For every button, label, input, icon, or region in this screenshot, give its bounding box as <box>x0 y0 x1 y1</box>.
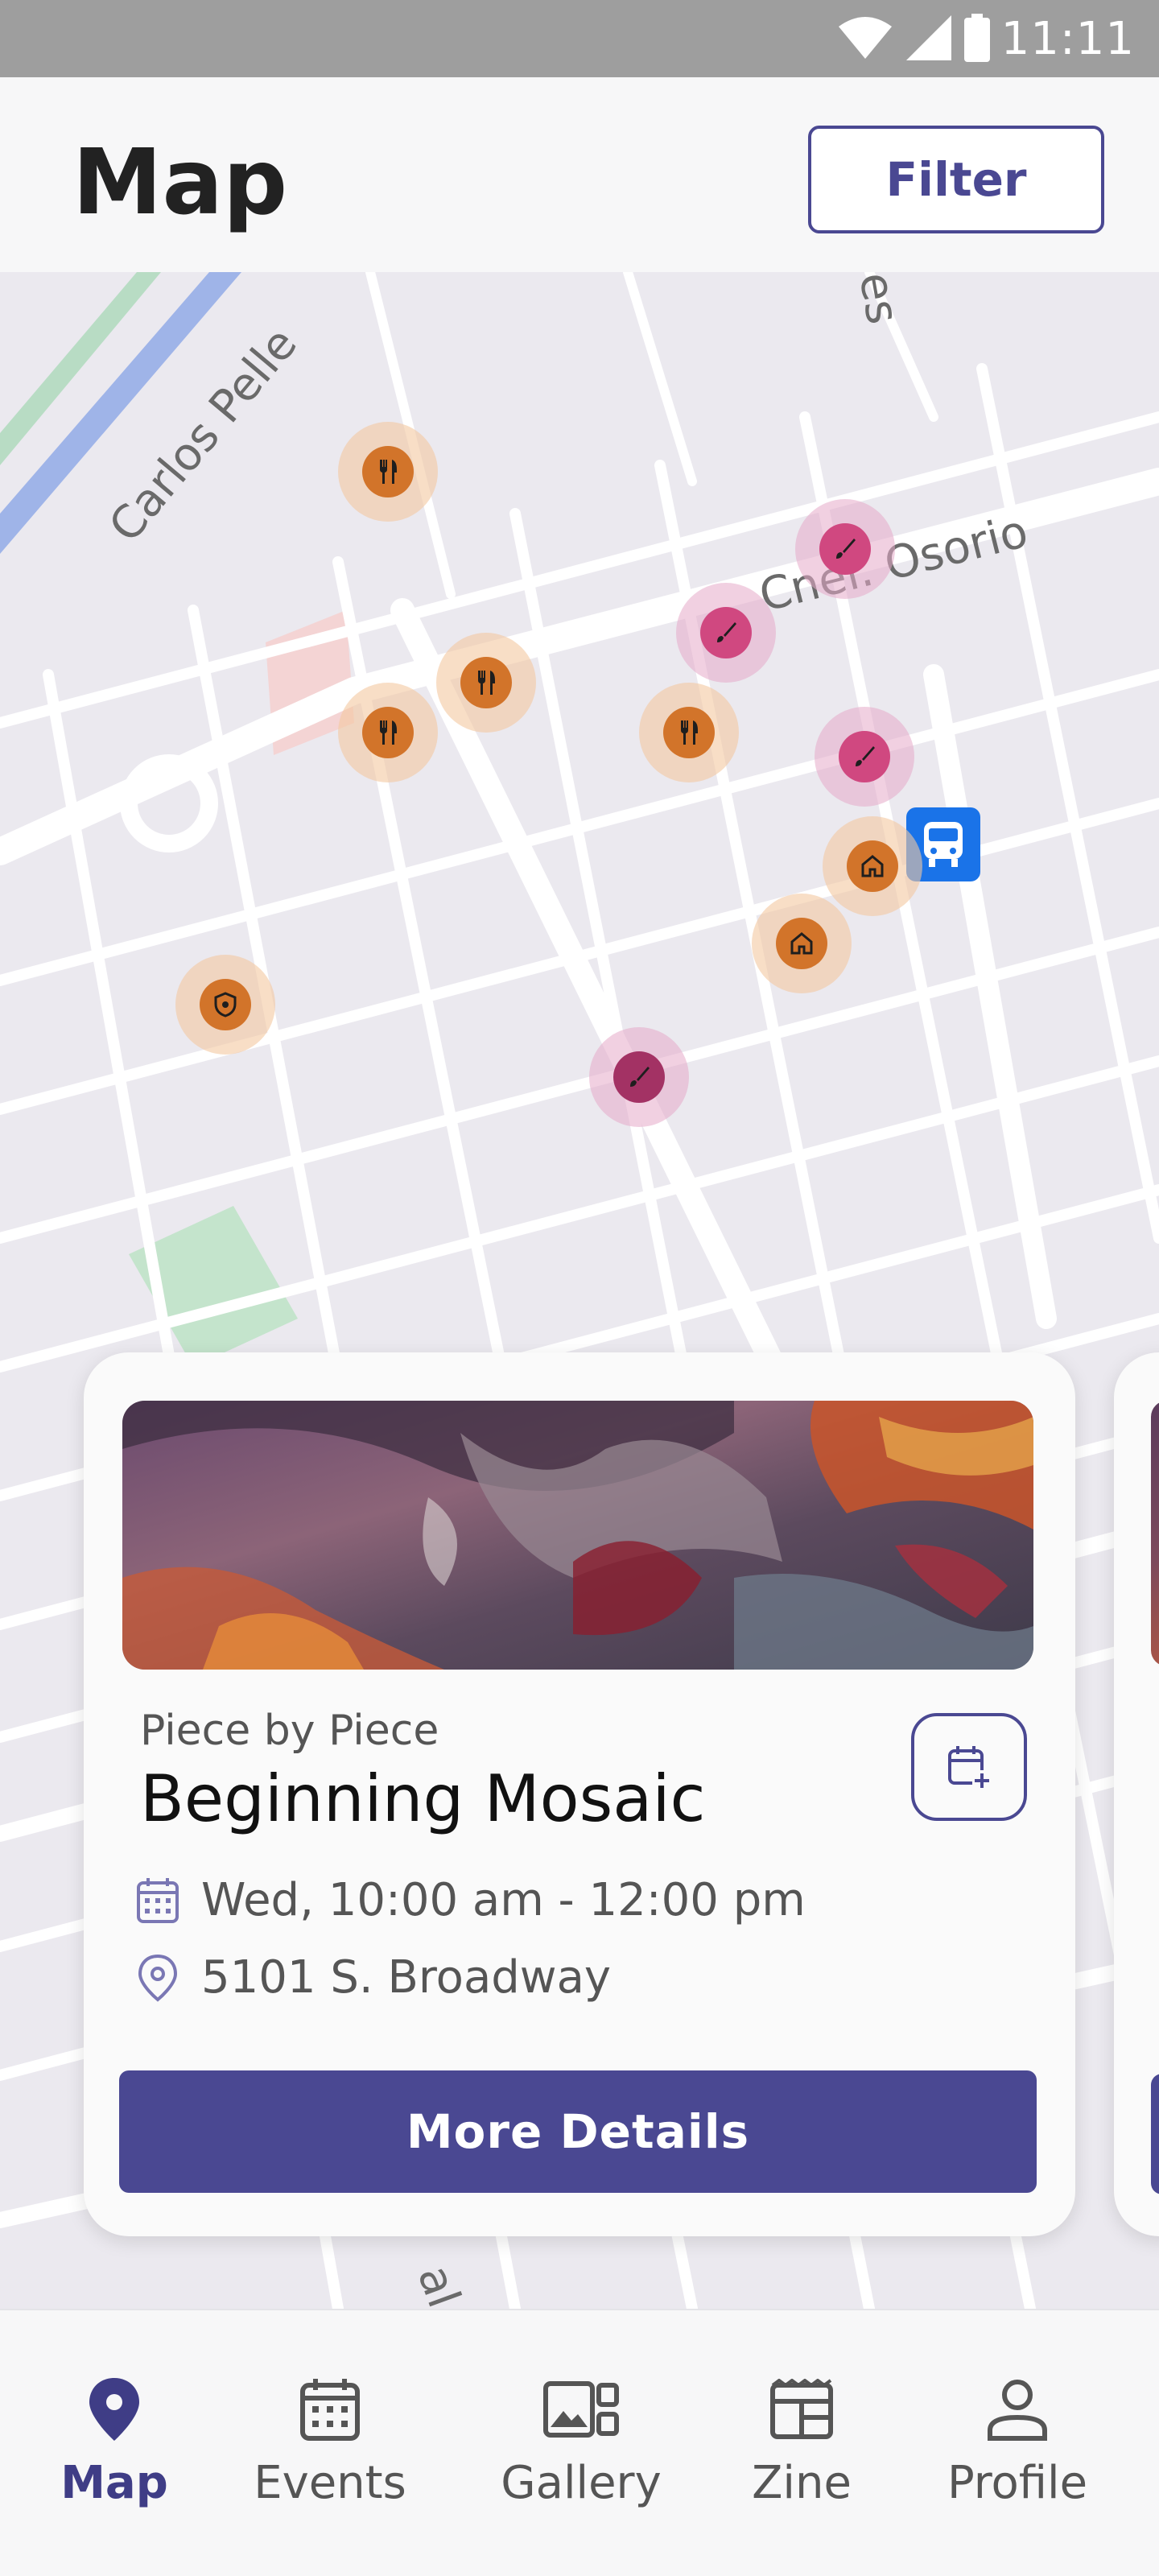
home-icon <box>790 932 813 955</box>
event-organizer: Piece by Piece <box>140 1707 439 1755</box>
status-icons: 11:11 <box>837 13 1135 65</box>
nav-label-profile: Profile <box>947 2457 1088 2509</box>
fork-knife-icon <box>680 720 698 745</box>
nav-item-events[interactable]: Events <box>225 2310 435 2576</box>
location-pin-icon <box>138 1954 178 2002</box>
nav-label-zine: Zine <box>752 2457 852 2509</box>
next-event-image <box>1151 1401 1159 1666</box>
event-location: 5101 S. Broadway <box>201 1951 612 2004</box>
map-pin-shield[interactable] <box>175 955 275 1055</box>
signal-icon <box>905 14 953 65</box>
battery-icon <box>963 13 990 65</box>
fork-knife-icon <box>379 720 397 745</box>
more-details-button[interactable]: More Details <box>119 2070 1037 2193</box>
map-pin-home[interactable] <box>823 816 922 916</box>
street-label-es: es <box>848 272 909 328</box>
nav-label-events: Events <box>254 2457 406 2509</box>
filter-button[interactable]: Filter <box>808 126 1104 233</box>
bottom-navigation: Map Events Gallery Zine Profile <box>0 2309 1159 2576</box>
nav-label-map: Map <box>60 2457 168 2509</box>
nav-item-profile[interactable]: Profile <box>913 2310 1122 2576</box>
calendar-icon <box>300 2379 360 2441</box>
zine-icon <box>770 2379 833 2439</box>
status-time: 11:11 <box>1000 13 1135 65</box>
map-pin-food[interactable] <box>436 633 536 733</box>
next-event-details-button[interactable] <box>1151 2074 1159 2194</box>
nav-item-map[interactable]: Map <box>10 2310 219 2576</box>
brush-icon <box>836 539 856 559</box>
page-title: Map <box>72 130 288 235</box>
profile-icon <box>988 2380 1047 2441</box>
next-event-card[interactable] <box>1114 1352 1159 2236</box>
brush-icon <box>717 622 736 642</box>
map-pin-food[interactable] <box>639 683 739 782</box>
painting-image <box>122 1401 1033 1670</box>
map-pin-art[interactable] <box>795 499 895 599</box>
event-location-row: 5101 S. Broadway <box>135 1951 611 2004</box>
map-pin-art[interactable] <box>589 1027 689 1127</box>
map-pin-art[interactable] <box>676 583 776 683</box>
calendar-add-icon <box>948 1746 992 1790</box>
fork-knife-icon <box>477 671 495 695</box>
event-title: Beginning Mosaic <box>140 1761 706 1836</box>
event-time: Wed, 10:00 am - 12:00 pm <box>201 1874 806 1926</box>
calendar-icon <box>137 1877 179 1923</box>
nav-item-gallery[interactable]: Gallery <box>476 2310 686 2576</box>
map-pin-food[interactable] <box>338 683 438 782</box>
app-bar: Map Filter <box>0 77 1159 272</box>
brush-icon <box>630 1067 650 1087</box>
map-pin-icon <box>89 2378 139 2441</box>
status-bar: 11:11 <box>0 0 1159 77</box>
map-pin-art[interactable] <box>815 707 914 807</box>
gallery-icon <box>543 2381 619 2438</box>
home-icon <box>861 855 884 877</box>
shield-icon <box>214 992 237 1018</box>
event-card[interactable]: Piece by Piece Beginning Mosaic Wed, 10:… <box>84 1352 1075 2236</box>
event-time-row: Wed, 10:00 am - 12:00 pm <box>135 1874 806 1926</box>
wifi-icon <box>837 15 893 64</box>
add-to-calendar-button[interactable] <box>911 1713 1027 1821</box>
brush-icon <box>856 746 875 766</box>
nav-item-zine[interactable]: Zine <box>697 2310 906 2576</box>
map-pin-food[interactable] <box>338 422 438 522</box>
map-pin-home[interactable] <box>752 894 852 993</box>
event-image <box>122 1401 1033 1670</box>
nav-label-gallery: Gallery <box>501 2457 662 2509</box>
fork-knife-icon <box>379 460 397 484</box>
